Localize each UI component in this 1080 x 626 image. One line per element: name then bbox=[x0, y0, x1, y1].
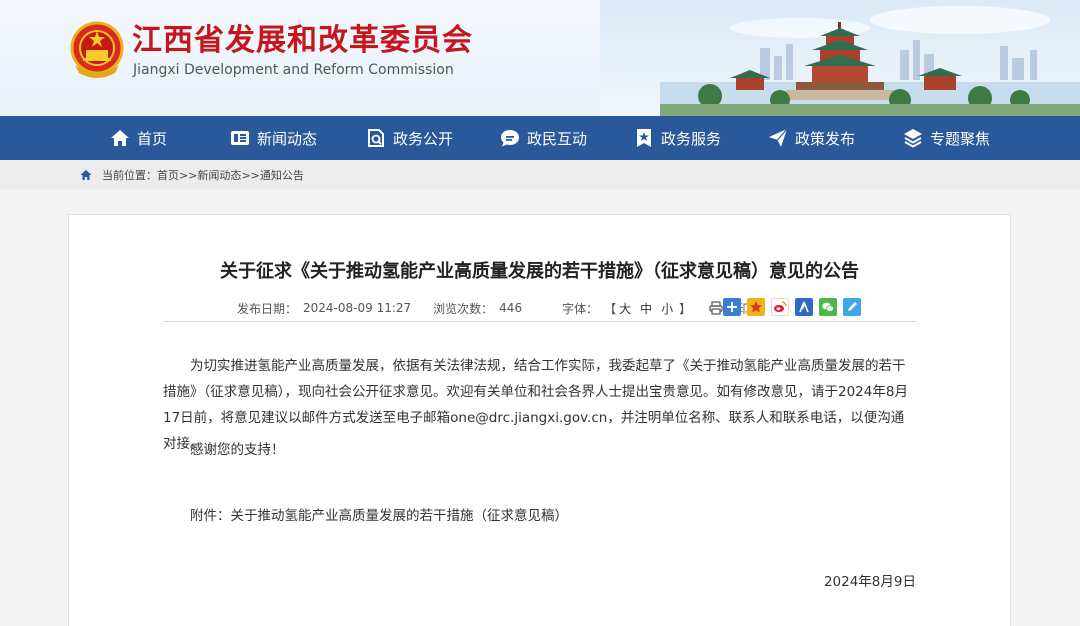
breadcrumb-home-link[interactable]: 首页 bbox=[157, 167, 179, 183]
font-small-button[interactable]: 小 bbox=[661, 300, 673, 317]
font-large-button[interactable]: 大 bbox=[619, 300, 631, 317]
thanks-line: 感谢您的支持！ bbox=[190, 442, 285, 458]
plus-share-icon[interactable] bbox=[723, 298, 741, 316]
nav-label: 政策发布 bbox=[795, 129, 856, 148]
printer-icon bbox=[709, 301, 723, 315]
news-icon bbox=[231, 131, 249, 145]
star-share-icon[interactable] bbox=[747, 298, 765, 316]
site-subtitle: Jiangxi Development and Reform Commissio… bbox=[133, 62, 454, 78]
breadcrumb-separator: >> bbox=[241, 168, 260, 182]
font-size-bracket: 【 bbox=[604, 301, 617, 316]
attachment-line: 附件：关于推动氢能产业高质量发展的若干措施（征求意见稿） bbox=[190, 503, 568, 529]
breadcrumb-prefix: 当前位置： bbox=[102, 169, 157, 182]
nav-label: 政务服务 bbox=[661, 129, 722, 148]
nav-label: 专题聚焦 bbox=[930, 129, 991, 148]
breadcrumb-notice-link[interactable]: 通知公告 bbox=[260, 167, 304, 183]
views-label: 浏览次数： bbox=[433, 301, 494, 316]
breadcrumb: 当前位置： 首页 >> 新闻动态 >> 通知公告 bbox=[80, 160, 304, 190]
view-count: 446 bbox=[499, 301, 523, 315]
article-card: 关于征求《关于推动氢能产业高质量发展的若干措施》（征求意见稿）意见的公告 发布日… bbox=[68, 214, 1011, 626]
nav-item-gov-affairs[interactable]: 政务公开 bbox=[366, 116, 453, 160]
font-size-label: 字体： bbox=[562, 301, 599, 316]
main-nav: 首页 新闻动态 政务公开 政民互动 政务服务 政策发布 专题聚焦 bbox=[0, 116, 1080, 160]
wechat-icon[interactable] bbox=[819, 298, 837, 316]
nav-item-news[interactable]: 新闻动态 bbox=[230, 116, 317, 160]
home-icon bbox=[111, 130, 129, 146]
nav-item-services[interactable]: 政务服务 bbox=[634, 116, 721, 160]
nav-label: 政民互动 bbox=[527, 129, 588, 148]
breadcrumb-separator: >> bbox=[179, 168, 198, 182]
nav-label: 新闻动态 bbox=[257, 129, 318, 148]
breadcrumb-bar: 当前位置： 首页 >> 新闻动态 >> 通知公告 bbox=[0, 160, 1080, 190]
title-divider bbox=[163, 321, 917, 322]
chat-bubble-icon bbox=[501, 130, 519, 147]
attachment-link[interactable]: 关于推动氢能产业高质量发展的若干措施（征求意见稿） bbox=[231, 508, 569, 524]
pavilion-skyline-image bbox=[600, 0, 1080, 116]
bookmark-star-icon bbox=[637, 129, 651, 147]
breadcrumb-news-link[interactable]: 新闻动态 bbox=[197, 167, 241, 183]
document-search-icon bbox=[368, 129, 384, 147]
home-icon bbox=[80, 170, 92, 180]
date-label: 发布日期： bbox=[237, 301, 298, 316]
sign-date: 2024年8月9日 bbox=[823, 574, 916, 590]
nav-label: 政务公开 bbox=[393, 129, 454, 148]
attachment-label: 附件： bbox=[190, 508, 231, 524]
nav-label: 首页 bbox=[137, 129, 168, 148]
font-size-bracket: 】 bbox=[679, 301, 692, 316]
layers-icon bbox=[904, 129, 922, 148]
font-medium-button[interactable]: 中 bbox=[640, 300, 652, 317]
national-emblem-icon[interactable] bbox=[69, 21, 125, 79]
share-bar bbox=[723, 298, 867, 316]
nav-item-home[interactable]: 首页 bbox=[110, 116, 167, 160]
nav-item-topics[interactable]: 专题聚焦 bbox=[903, 116, 990, 160]
article-title: 关于征求《关于推动氢能产业高质量发展的若干措施》（征求意见稿）意见的公告 bbox=[220, 261, 859, 282]
renren-icon[interactable] bbox=[795, 298, 813, 316]
publish-date: 2024-08-09 11:27 bbox=[303, 301, 412, 315]
paper-plane-icon bbox=[769, 128, 788, 147]
pen-share-icon[interactable] bbox=[843, 298, 861, 316]
nav-item-interaction[interactable]: 政民互动 bbox=[500, 116, 587, 160]
nav-item-policy[interactable]: 政策发布 bbox=[768, 116, 855, 160]
weibo-icon[interactable] bbox=[771, 298, 789, 316]
site-title[interactable]: 江西省发展和改革委员会 bbox=[132, 21, 473, 61]
site-header: 江西省发展和改革委员会 Jiangxi Development and Refo… bbox=[0, 0, 1080, 116]
article-meta: 发布日期： 2024-08-09 11:27 浏览次数： 446 字体： 【 大… bbox=[237, 299, 761, 317]
